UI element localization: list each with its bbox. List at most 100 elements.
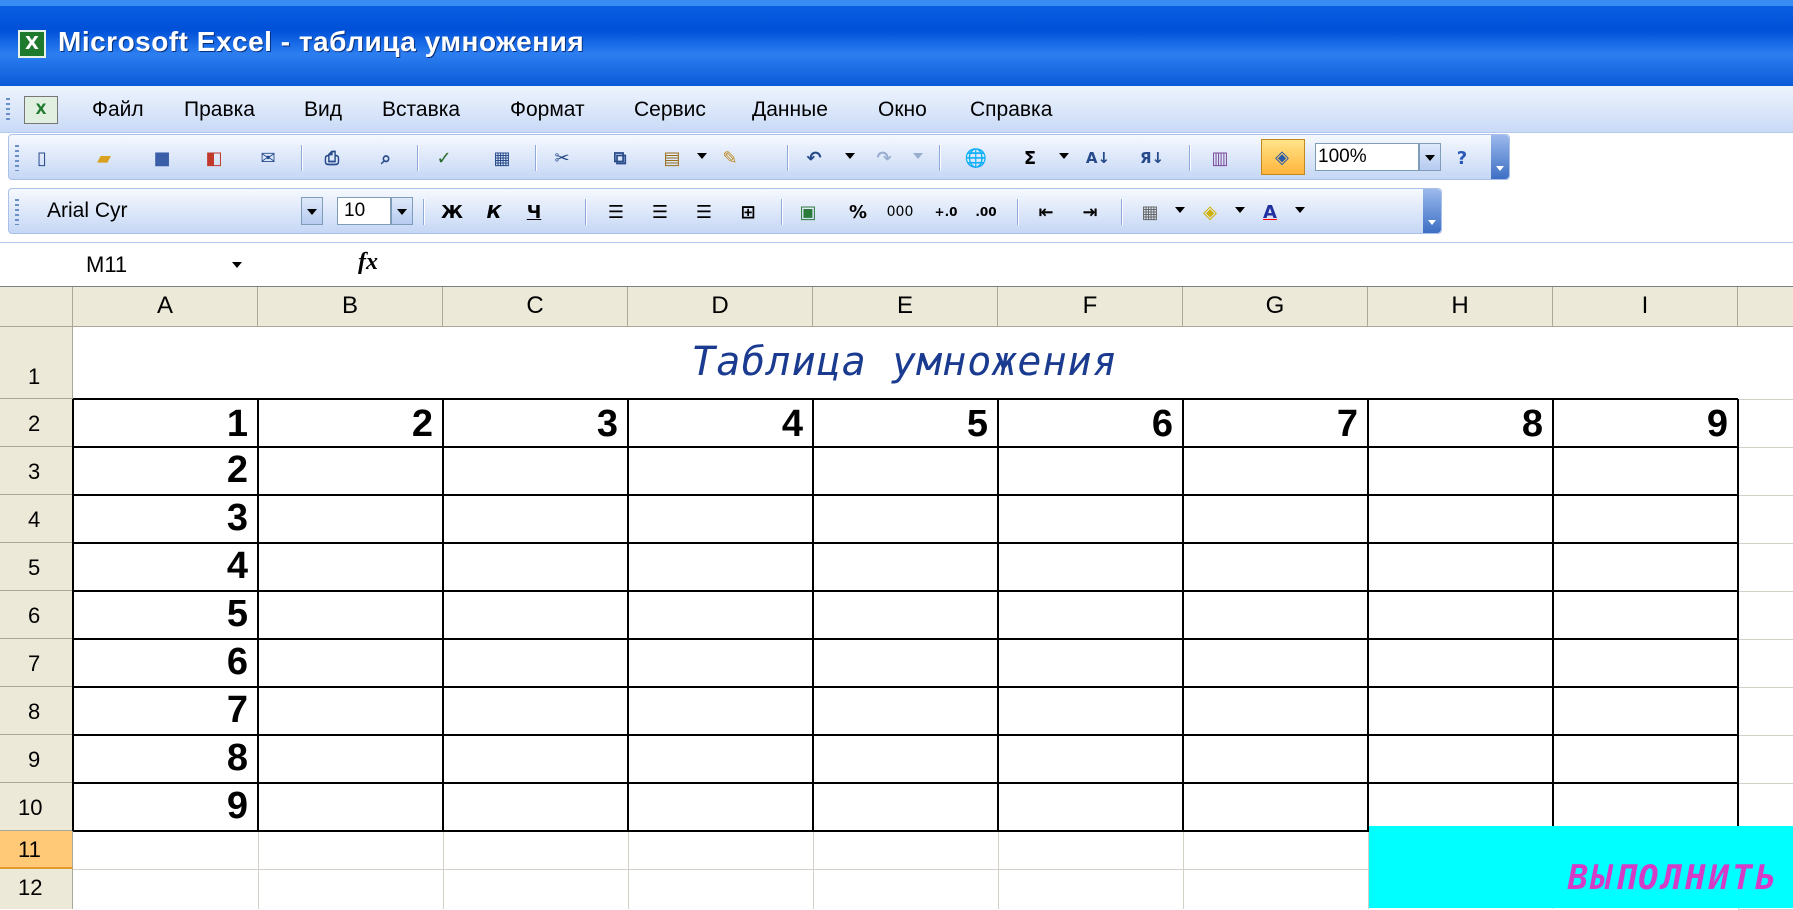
merge-center-icon[interactable]: ⊞: [733, 197, 763, 227]
menu-view[interactable]: Вид: [304, 98, 342, 122]
hyperlink-icon[interactable]: 🌐: [961, 143, 991, 173]
undo-icon[interactable]: ↶: [799, 143, 829, 173]
header-row-number: 2: [411, 403, 433, 445]
print-preview-icon[interactable]: ⌕: [371, 143, 401, 173]
separator: [939, 145, 941, 171]
permission-icon[interactable]: ◧: [199, 143, 229, 173]
font-color-icon[interactable]: A: [1255, 197, 1285, 227]
font-size-input[interactable]: 10: [337, 197, 391, 225]
header-row-number: 7: [1336, 403, 1358, 445]
menu-insert[interactable]: Вставка: [382, 98, 460, 122]
fill-color-icon[interactable]: ◈: [1195, 197, 1225, 227]
menu-format[interactable]: Формат: [510, 98, 585, 122]
help-icon[interactable]: ?: [1447, 143, 1477, 173]
borders-icon[interactable]: ▦: [1135, 197, 1165, 227]
header-row-number: 8: [1521, 403, 1543, 445]
chevron-down-icon[interactable]: [232, 262, 242, 268]
header-column-number: 3: [226, 497, 248, 539]
thousands-button[interactable]: 000: [885, 197, 915, 227]
font-color-dropdown-icon[interactable]: [1295, 207, 1305, 213]
spelling-icon[interactable]: ✓: [429, 143, 459, 173]
header-row-number: 3: [596, 403, 618, 445]
copy-icon[interactable]: ⧉: [605, 143, 635, 173]
separator: [417, 145, 419, 171]
font-name-input[interactable]: Arial Cyr: [37, 197, 305, 225]
separator: [781, 199, 783, 225]
header-column-number: 7: [226, 689, 248, 731]
fill-color-dropdown-icon[interactable]: [1235, 207, 1245, 213]
sort-ascending-icon[interactable]: A↓: [1083, 143, 1113, 173]
menu-help[interactable]: Справка: [970, 98, 1052, 122]
currency-icon[interactable]: ▣: [793, 197, 823, 227]
align-left-icon[interactable]: ☰: [601, 197, 631, 227]
paste-dropdown-icon[interactable]: [697, 153, 707, 159]
formatting-toolbar: Arial Cyr 10 Ж К Ч ☰ ☰ ☰ ⊞ ▣ % 000 +.0 .…: [8, 188, 1442, 234]
increase-indent-icon[interactable]: ⇥: [1075, 197, 1105, 227]
separator: [423, 199, 425, 225]
toolbar-grip-icon: [15, 199, 19, 225]
window-title: Microsoft Excel - таблица умножения: [58, 26, 585, 57]
menu-edit[interactable]: Правка: [184, 98, 255, 122]
title-bar: X Microsoft Excel - таблица умножения: [0, 0, 1793, 86]
email-icon[interactable]: ✉: [253, 143, 283, 173]
font-name-dropdown-button[interactable]: [301, 197, 323, 225]
workbook-icon[interactable]: X: [24, 96, 58, 124]
toolbar-options-button[interactable]: [1491, 135, 1509, 179]
save-icon[interactable]: ■: [147, 143, 177, 173]
header-row-number: 5: [966, 403, 988, 445]
align-center-icon[interactable]: ☰: [645, 197, 675, 227]
drawing-icon: ◈: [1275, 146, 1289, 168]
paste-icon[interactable]: ▤: [657, 143, 687, 173]
header-column-number: 4: [226, 545, 248, 587]
header-row-number: 9: [1706, 403, 1728, 445]
sort-descending-icon[interactable]: Я↓: [1137, 143, 1167, 173]
redo-icon[interactable]: ↷: [869, 143, 899, 173]
align-right-icon[interactable]: ☰: [689, 197, 719, 227]
run-button[interactable]: ВЫПОЛНИТЬ: [1369, 826, 1793, 908]
separator: [301, 145, 303, 171]
chart-wizard-icon[interactable]: ▥: [1205, 143, 1235, 173]
font-size-dropdown-button[interactable]: [391, 197, 413, 225]
name-box[interactable]: M11: [0, 243, 270, 287]
zoom-input[interactable]: 100%: [1315, 143, 1419, 171]
decrease-decimal-icon[interactable]: .00: [971, 197, 1001, 227]
toolbar-options-button[interactable]: [1423, 189, 1441, 233]
chevron-down-icon: [1425, 155, 1435, 161]
toolbar-grip-icon: [15, 145, 19, 171]
standard-toolbar: ▯ ▰ ■ ◧ ✉ ⎙ ⌕ ✓ ▦ ✂ ⧉ ▤ ✎ ↶ ↷ 🌐 Σ A↓ Я↓ …: [8, 134, 1510, 180]
percent-button[interactable]: %: [843, 197, 873, 227]
italic-button[interactable]: К: [479, 197, 509, 227]
menu-file[interactable]: Файл: [92, 98, 144, 122]
decrease-indent-icon[interactable]: ⇤: [1031, 197, 1061, 227]
print-icon[interactable]: ⎙: [317, 143, 347, 173]
header-row-number: 6: [1151, 403, 1173, 445]
header-column-number: 5: [226, 593, 248, 635]
format-painter-icon[interactable]: ✎: [715, 143, 745, 173]
formula-input[interactable]: [396, 243, 1793, 287]
zoom-dropdown-button[interactable]: [1419, 143, 1441, 171]
insert-function-icon[interactable]: fx: [358, 249, 378, 276]
underline-button[interactable]: Ч: [519, 197, 549, 227]
formula-bar: M11 fx: [0, 242, 1793, 288]
spreadsheet-grid[interactable]: A B C D E F G H I 1 2 3 4 5 6 7 8 9 10 1…: [0, 286, 1793, 910]
excel-icon: X: [18, 30, 46, 58]
menu-tools[interactable]: Сервис: [634, 98, 706, 122]
open-icon[interactable]: ▰: [89, 143, 119, 173]
autosum-dropdown-icon[interactable]: [1059, 153, 1069, 159]
bold-button[interactable]: Ж: [437, 197, 467, 227]
menu-grip-icon: [6, 98, 10, 122]
menu-bar: X Файл Правка Вид Вставка Формат Сервис …: [0, 86, 1793, 133]
borders-dropdown-icon[interactable]: [1175, 207, 1185, 213]
menu-data[interactable]: Данные: [752, 98, 828, 122]
cut-icon[interactable]: ✂: [547, 143, 577, 173]
header-column-number: 6: [226, 641, 248, 683]
new-icon[interactable]: ▯: [27, 143, 57, 173]
separator: [1121, 199, 1123, 225]
autosum-icon[interactable]: Σ: [1015, 143, 1045, 173]
menu-window[interactable]: Окно: [878, 98, 927, 122]
research-icon[interactable]: ▦: [487, 143, 517, 173]
increase-decimal-icon[interactable]: +.0: [931, 197, 961, 227]
header-column-number: 9: [226, 785, 248, 827]
redo-dropdown-icon[interactable]: [913, 153, 923, 159]
undo-dropdown-icon[interactable]: [845, 153, 855, 159]
